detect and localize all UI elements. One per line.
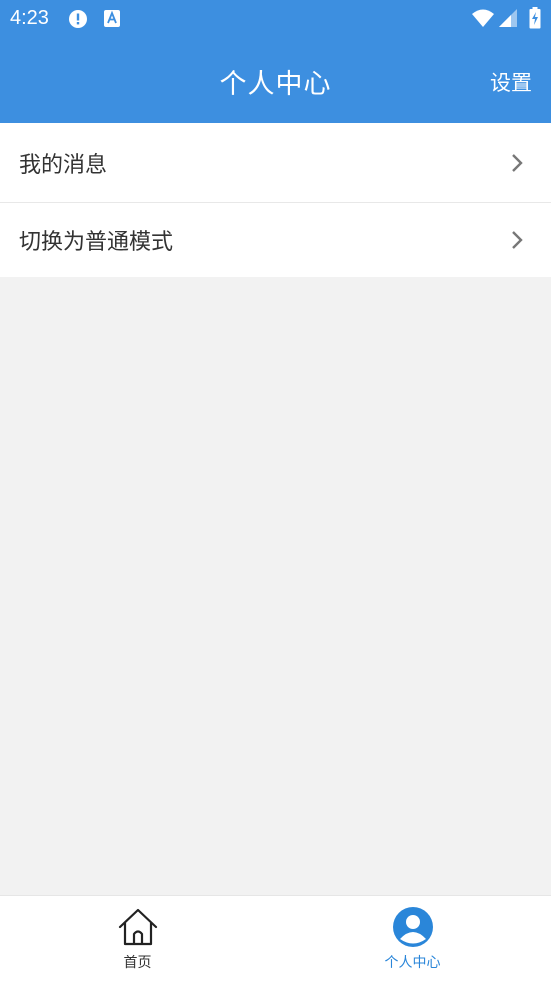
- app-bar: 个人中心 设置: [0, 38, 551, 123]
- chevron-right-icon: [512, 153, 523, 172]
- status-time: 4:23: [10, 7, 49, 29]
- nav-item-home[interactable]: 首页: [0, 896, 275, 981]
- home-icon: [118, 908, 157, 946]
- nav-item-profile[interactable]: 个人中心: [275, 896, 550, 981]
- page-title: 个人中心: [219, 69, 332, 100]
- settings-button[interactable]: 设置: [490, 67, 532, 97]
- menu-item-label: 切换为普通模式: [19, 230, 174, 255]
- signal-icon: [499, 9, 517, 27]
- nav-label-home: 首页: [123, 955, 152, 971]
- menu-list: 我的消息 切换为普通模式: [0, 123, 551, 277]
- menu-item-label: 我的消息: [19, 152, 108, 178]
- nav-label-profile: 个人中心: [384, 955, 441, 971]
- battery-icon: [529, 7, 541, 29]
- menu-item-my-messages[interactable]: 我的消息: [0, 123, 551, 202]
- alert-icon: [69, 10, 87, 28]
- status-bar: 4:23: [0, 0, 551, 38]
- a-icon: [104, 10, 120, 27]
- user-icon: [392, 907, 433, 947]
- wifi-icon: [472, 9, 494, 27]
- chevron-right-icon: [512, 231, 523, 249]
- bottom-nav: 首页 个人中心: [0, 895, 551, 981]
- menu-item-switch-mode[interactable]: 切换为普通模式: [0, 202, 551, 277]
